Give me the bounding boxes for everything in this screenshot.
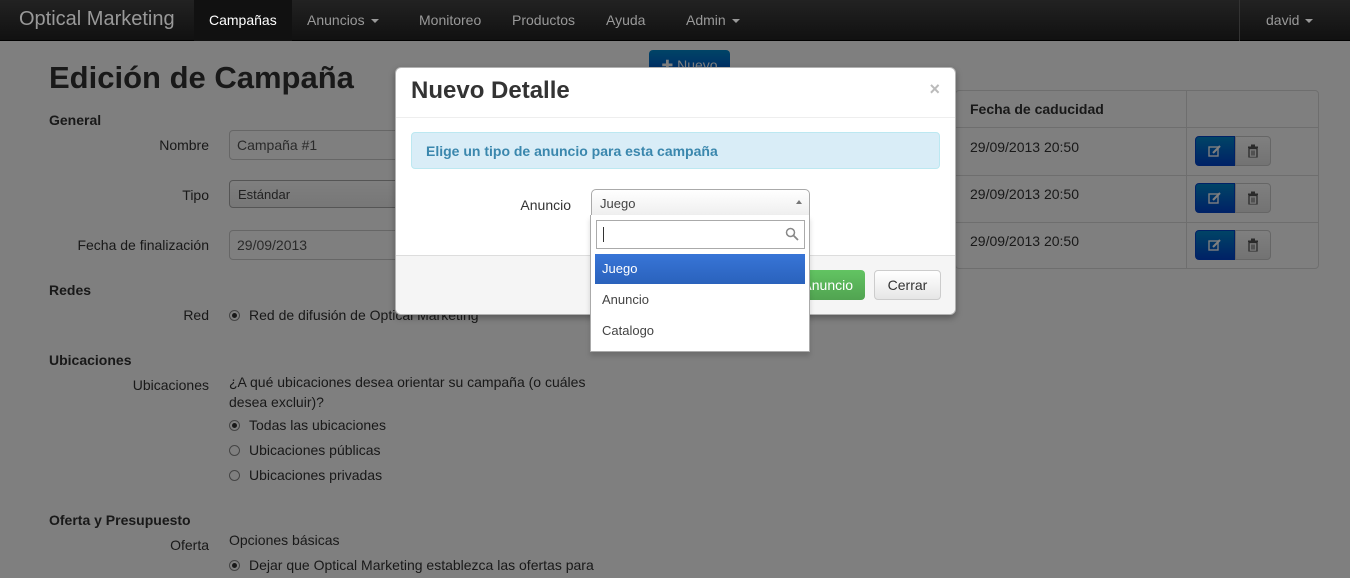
nav-item-productos[interactable]: Productos [497, 0, 590, 41]
nav-label: Admin [686, 12, 726, 28]
close-button[interactable]: Cerrar [874, 270, 941, 300]
caret-down-icon [731, 19, 740, 24]
ad-select[interactable]: Juego [591, 189, 810, 217]
nav-label: Monitoreo [419, 12, 482, 28]
close-icon[interactable]: × [929, 79, 940, 100]
ad-select-value: Juego [600, 196, 636, 211]
nav-label: Ayuda [606, 12, 646, 28]
modal-header: Nuevo Detalle × [396, 68, 955, 118]
chevron-up-icon [796, 200, 802, 204]
user-menu[interactable]: david [1251, 0, 1328, 41]
info-alert: Elige un tipo de anuncio para esta campa… [411, 132, 940, 169]
ad-label: Anuncio [520, 197, 571, 213]
nav-item-admin[interactable]: Admin [671, 0, 755, 41]
caret-down-icon [1305, 19, 1314, 24]
nav-item-ayuda[interactable]: Ayuda [591, 0, 660, 41]
nav-divider [1239, 0, 1240, 41]
nav-item-monitoreo[interactable]: Monitoreo [404, 0, 496, 41]
dropdown-option-juego[interactable]: Juego [595, 254, 805, 284]
nav-item-anuncios[interactable]: Anuncios [292, 0, 394, 41]
nav-label: Anuncios [307, 12, 365, 28]
nav-label: Campañas [209, 12, 277, 28]
top-navbar: Optical Marketing Campañas Anuncios Moni… [0, 0, 1350, 41]
ad-select-dropdown: Juego Anuncio Catalogo [590, 215, 810, 352]
brand-logo[interactable]: Optical Marketing [19, 8, 175, 31]
search-icon [785, 227, 799, 241]
caret-down-icon [370, 19, 379, 24]
modal-title: Nuevo Detalle [411, 77, 570, 104]
nav-item-campanas[interactable]: Campañas [194, 0, 292, 41]
dropdown-option-anuncio[interactable]: Anuncio [595, 285, 805, 315]
nav-label: Productos [512, 12, 576, 28]
dropdown-search-input[interactable] [596, 220, 805, 249]
username: david [1266, 12, 1300, 28]
dropdown-option-catalogo[interactable]: Catalogo [595, 316, 805, 346]
text-cursor [603, 227, 604, 242]
